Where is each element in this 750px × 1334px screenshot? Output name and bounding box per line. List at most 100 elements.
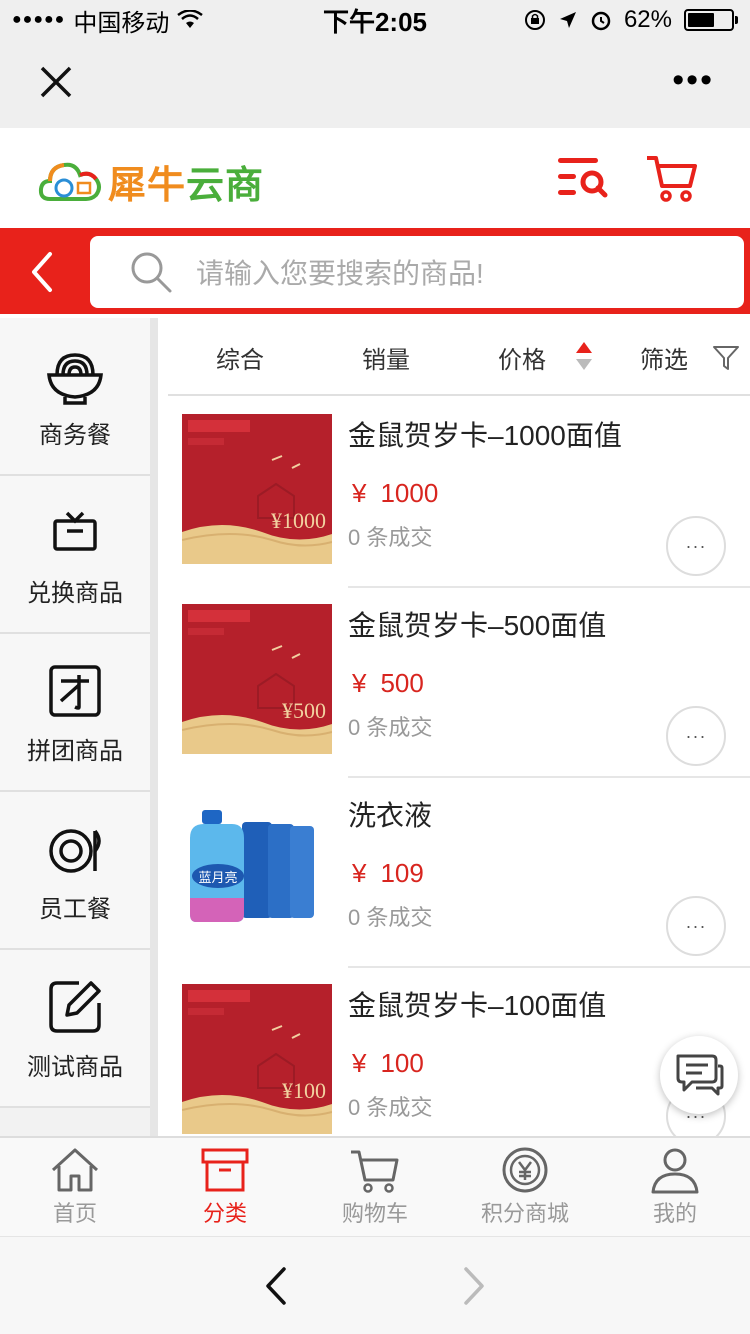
sidebar-item-exchange[interactable]: 兑换商品 [0, 476, 150, 634]
product-price: ¥100 [352, 1048, 424, 1079]
product-sold-count: 0 条成交 [348, 905, 433, 930]
card-value-label: ¥1000 [271, 508, 326, 533]
card-value-label: ¥500 [282, 698, 326, 723]
product-item[interactable]: 蓝月亮 洗衣液 ¥109 0 条成交 ··· [168, 778, 750, 968]
wechat-nav-bar: ••• [0, 40, 750, 128]
tab-category[interactable]: 分类 [150, 1138, 300, 1236]
currency-symbol: ¥ [352, 668, 367, 698]
product-list: ¥1000 金鼠贺岁卡–1000面值 ¥1000 0 条成交 ··· ¥500 … [168, 398, 750, 1136]
card-value-label: ¥100 [282, 1078, 326, 1103]
tab-label: 购物车 [341, 1201, 408, 1226]
product-image: ¥100 [182, 984, 332, 1134]
menu-search-icon[interactable] [554, 150, 610, 206]
logo-text-part1: 犀牛 [108, 165, 187, 207]
sidebar-item-group-buy[interactable]: 拼团商品 [0, 634, 150, 792]
product-price: ¥109 [352, 858, 424, 889]
price-value: 1000 [380, 478, 439, 508]
gift-icon [53, 511, 97, 551]
battery-icon [684, 9, 738, 31]
filter-icon[interactable] [712, 344, 740, 372]
sort-filter[interactable]: 筛选 [640, 340, 688, 375]
tab-label: 分类 [202, 1201, 247, 1226]
product-item[interactable]: ¥100 金鼠贺岁卡–100面值 ¥100 0 条成交 ··· [168, 968, 750, 1136]
logo-cloud-icon [38, 162, 101, 201]
more-options-button[interactable]: ··· [666, 896, 726, 956]
alarm-icon [591, 11, 611, 31]
signal-icon: ●●●●● [12, 11, 66, 28]
cart-icon [351, 1150, 399, 1193]
currency-symbol: ¥ [352, 478, 367, 508]
battery-percent: 62% [623, 6, 672, 33]
product-image: 蓝月亮 [182, 794, 332, 944]
back-arrow-icon[interactable] [14, 242, 74, 302]
tab-mine[interactable]: 我的 [600, 1138, 750, 1236]
currency-symbol: ¥ [352, 1048, 367, 1078]
product-title[interactable]: 金鼠贺岁卡–1000面值 [348, 414, 622, 454]
product-sold-count: 0 条成交 [348, 715, 433, 740]
search-placeholder: 请输入您要搜索的商品! [196, 258, 484, 289]
tab-label: 我的 [652, 1201, 697, 1226]
sidebar-item-label: 商务餐 [39, 421, 111, 449]
price-value: 109 [380, 858, 424, 888]
app-header: 犀牛云商 [0, 128, 750, 228]
category-icon [201, 1148, 249, 1192]
sidebar-item-business-meal[interactable]: 商务餐 [0, 318, 150, 476]
tab-cart[interactable]: 购物车 [300, 1138, 450, 1236]
product-image: ¥1000 [182, 414, 332, 564]
customer-service-button[interactable] [660, 1036, 738, 1114]
status-bar: 下午2:05 ●●●●● 中国移动 62% [0, 0, 750, 40]
browser-back-icon[interactable] [262, 1265, 292, 1307]
bottom-tab-bar: 首页 分类 购物车 积分商城 我的 [0, 1136, 750, 1236]
wifi-icon [177, 10, 204, 28]
product-item[interactable]: ¥500 金鼠贺岁卡–500面值 ¥500 0 条成交 ··· [168, 588, 750, 778]
group-icon [49, 664, 101, 717]
carrier-name: 中国移动 [73, 9, 170, 37]
product-title[interactable]: 金鼠贺岁卡–500面值 [348, 604, 606, 644]
more-options-button[interactable]: ··· [666, 706, 726, 766]
product-image: ¥500 [182, 604, 332, 754]
tab-label: 积分商城 [480, 1201, 569, 1226]
product-price: ¥1000 [352, 478, 438, 509]
product-brand-label: 蓝月亮 [198, 870, 237, 886]
category-sidebar: 商务餐 兑换商品 拼团商品 员工餐 测试商品 [0, 318, 158, 1136]
sort-price[interactable]: 价格 [498, 340, 546, 375]
edit-icon [49, 980, 101, 1033]
close-icon[interactable] [36, 62, 76, 102]
product-title[interactable]: 洗衣液 [348, 794, 432, 834]
sidebar-item-test[interactable]: 测试商品 [0, 950, 150, 1108]
currency-symbol: ¥ [352, 858, 367, 888]
price-value: 500 [380, 668, 424, 698]
bowl-icon [47, 352, 103, 405]
product-item[interactable]: ¥1000 金鼠贺岁卡–1000面值 ¥1000 0 条成交 ··· [168, 398, 750, 588]
sort-bar: 综合 销量 价格 筛选 [168, 318, 750, 396]
product-price: ¥500 [352, 668, 424, 699]
search-bar: 请输入您要搜索的商品! [0, 228, 750, 314]
tab-label: 首页 [52, 1201, 97, 1226]
user-icon [651, 1148, 699, 1194]
wechat-bottom-bar [0, 1236, 750, 1334]
sort-sales[interactable]: 销量 [362, 340, 410, 375]
sidebar-item-label: 拼团商品 [27, 737, 123, 765]
sort-all[interactable]: 综合 [216, 340, 264, 375]
price-value: 100 [380, 1048, 424, 1078]
sidebar-item-staff-meal[interactable]: 员工餐 [0, 792, 150, 950]
home-icon [51, 1148, 99, 1192]
sidebar-item-label: 兑换商品 [27, 579, 123, 607]
sidebar-item-label: 员工餐 [39, 895, 111, 923]
browser-forward-icon[interactable] [458, 1265, 488, 1307]
dish-icon [49, 828, 101, 873]
more-options-button[interactable]: ··· [666, 516, 726, 576]
cart-icon[interactable] [644, 150, 700, 206]
rotation-lock-icon [524, 10, 545, 30]
points-icon [502, 1147, 548, 1193]
chat-icon [676, 1054, 724, 1096]
sort-arrows-icon[interactable] [572, 340, 596, 372]
tab-points-mall[interactable]: 积分商城 [450, 1138, 600, 1236]
search-input[interactable]: 请输入您要搜索的商品! [90, 236, 744, 308]
search-icon [131, 252, 172, 293]
product-title[interactable]: 金鼠贺岁卡–100面值 [348, 984, 606, 1024]
logo: 犀牛云商 [38, 154, 264, 209]
more-icon[interactable]: ••• [672, 63, 714, 97]
product-sold-count: 0 条成交 [348, 1095, 433, 1120]
tab-home[interactable]: 首页 [0, 1138, 150, 1236]
